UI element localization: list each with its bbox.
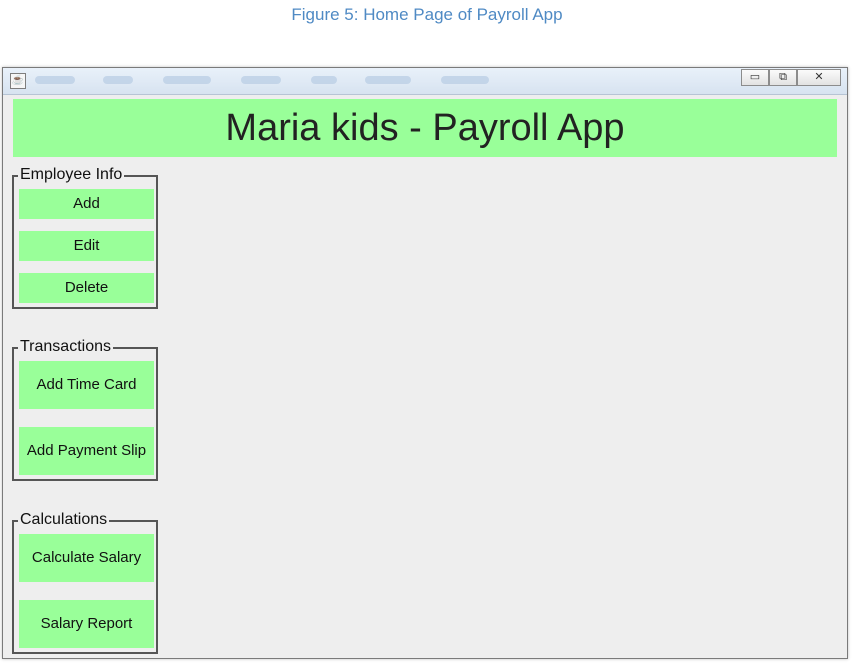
close-button[interactable]: ✕ bbox=[797, 69, 841, 86]
employee-info-group: Employee Info Add Edit Delete bbox=[12, 166, 158, 309]
edit-employee-button[interactable]: Edit bbox=[19, 231, 154, 261]
group-title-transactions: Transactions bbox=[18, 338, 113, 356]
blurred-menu-item bbox=[241, 76, 281, 84]
transactions-group: Transactions Add Time Card Add Payment S… bbox=[12, 338, 158, 481]
app-window: ☕ ▭ ⧉ ✕ Maria kids - Payroll App Employe… bbox=[2, 67, 848, 659]
blurred-menu-item bbox=[365, 76, 411, 84]
app-title-banner: Maria kids - Payroll App bbox=[13, 99, 837, 157]
add-payment-slip-button[interactable]: Add Payment Slip bbox=[19, 427, 154, 475]
blurred-menu-item bbox=[163, 76, 211, 84]
blurred-menu-item bbox=[311, 76, 337, 84]
java-cup-icon: ☕ bbox=[10, 73, 26, 89]
group-title-employee-info: Employee Info bbox=[18, 166, 125, 184]
maximize-button[interactable]: ⧉ bbox=[769, 69, 797, 86]
figure-caption: Figure 5: Home Page of Payroll App bbox=[291, 5, 563, 24]
salary-report-button[interactable]: Salary Report bbox=[19, 600, 154, 648]
blurred-menu-item bbox=[35, 76, 75, 84]
calculations-group: Calculations Calculate Salary Salary Rep… bbox=[12, 511, 158, 654]
add-time-card-button[interactable]: Add Time Card bbox=[19, 361, 154, 409]
group-title-calculations: Calculations bbox=[18, 511, 110, 529]
delete-employee-button[interactable]: Delete bbox=[19, 273, 154, 303]
blurred-menu-item bbox=[103, 76, 133, 84]
calculate-salary-button[interactable]: Calculate Salary bbox=[19, 534, 154, 582]
title-bar[interactable]: ☕ ▭ ⧉ ✕ bbox=[3, 68, 847, 95]
minimize-button[interactable]: ▭ bbox=[741, 69, 769, 86]
blurred-menu-item bbox=[441, 76, 489, 84]
add-employee-button[interactable]: Add bbox=[19, 189, 154, 219]
